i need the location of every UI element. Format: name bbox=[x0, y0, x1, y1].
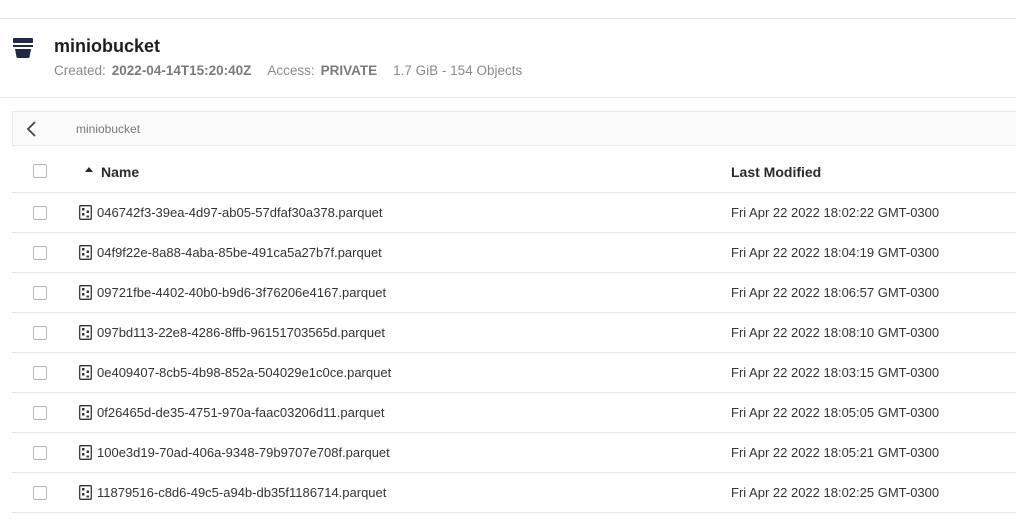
table-row[interactable]: 100e3d19-70ad-406a-9348-79b9707e708f.par… bbox=[12, 433, 1016, 473]
bucket-header: miniobucket Created: 2022-04-14T15:20:40Z… bbox=[0, 19, 1016, 98]
object-name[interactable]: 09721fbe-4402-40b0-b9d6-3f76206e4167.par… bbox=[97, 285, 386, 300]
chevron-left-icon[interactable] bbox=[21, 118, 43, 140]
created-value: 2022-04-14T15:20:40Z bbox=[111, 63, 252, 78]
bucket-name: miniobucket bbox=[54, 36, 161, 56]
file-icon bbox=[79, 445, 92, 460]
table-row[interactable]: 0e409407-8cb5-4b98-852a-504029e1c0ce.par… bbox=[12, 353, 1016, 393]
table-row[interactable]: 046742f3-39ea-4d97-ab05-57dfaf30a378.par… bbox=[12, 193, 1016, 233]
object-name[interactable]: 0e409407-8cb5-4b98-852a-504029e1c0ce.par… bbox=[97, 365, 391, 380]
object-last-modified: Fri Apr 22 2022 18:04:19 GMT-0300 bbox=[731, 245, 940, 260]
object-name[interactable]: 097bd113-22e8-4286-8ffb-96151703565d.par… bbox=[97, 325, 385, 340]
object-name[interactable]: 11879516-c8d6-49c5-a94b-db35f1186714.par… bbox=[97, 485, 386, 500]
object-last-modified: Fri Apr 22 2022 18:06:57 GMT-0300 bbox=[731, 285, 940, 300]
access-label: Access: bbox=[267, 63, 315, 78]
sort-ascending-icon[interactable] bbox=[84, 165, 94, 175]
row-checkbox[interactable] bbox=[33, 486, 47, 500]
row-checkbox[interactable] bbox=[33, 446, 47, 460]
breadcrumb[interactable]: miniobucket bbox=[76, 122, 140, 136]
top-divider bbox=[0, 0, 1016, 19]
row-checkbox[interactable] bbox=[33, 326, 47, 340]
object-name[interactable]: 100e3d19-70ad-406a-9348-79b9707e708f.par… bbox=[97, 445, 390, 460]
column-header-name[interactable]: Name bbox=[101, 164, 139, 180]
select-all-checkbox[interactable] bbox=[33, 164, 47, 178]
objects-table: Name Last Modified 046742f3-39ea-4d97-ab… bbox=[12, 148, 1016, 513]
file-icon bbox=[79, 205, 92, 220]
bucket-icon bbox=[13, 38, 33, 58]
column-header-last-modified[interactable]: Last Modified bbox=[731, 164, 821, 180]
object-last-modified: Fri Apr 22 2022 18:05:21 GMT-0300 bbox=[731, 445, 940, 460]
object-name[interactable]: 046742f3-39ea-4d97-ab05-57dfaf30a378.par… bbox=[97, 205, 383, 220]
object-last-modified: Fri Apr 22 2022 18:02:22 GMT-0300 bbox=[731, 205, 940, 220]
file-icon bbox=[79, 405, 92, 420]
row-checkbox[interactable] bbox=[33, 366, 47, 380]
breadcrumb-bar: miniobucket bbox=[12, 111, 1016, 146]
row-checkbox[interactable] bbox=[33, 286, 47, 300]
bucket-size-summary: 1.7 GiB - 154 Objects bbox=[393, 63, 523, 78]
row-checkbox[interactable] bbox=[33, 206, 47, 220]
object-last-modified: Fri Apr 22 2022 18:03:15 GMT-0300 bbox=[731, 365, 940, 380]
object-last-modified: Fri Apr 22 2022 18:02:25 GMT-0300 bbox=[731, 485, 940, 500]
access-value: PRIVATE bbox=[320, 63, 378, 78]
table-row[interactable]: 0f26465d-de35-4751-970a-faac03206d11.par… bbox=[12, 393, 1016, 433]
created-label: Created: bbox=[54, 63, 106, 78]
row-checkbox[interactable] bbox=[33, 246, 47, 260]
table-row[interactable]: 09721fbe-4402-40b0-b9d6-3f76206e4167.par… bbox=[12, 273, 1016, 313]
file-icon bbox=[79, 485, 92, 500]
row-checkbox[interactable] bbox=[33, 406, 47, 420]
object-last-modified: Fri Apr 22 2022 18:05:05 GMT-0300 bbox=[731, 405, 940, 420]
file-icon bbox=[79, 325, 92, 340]
table-header: Name Last Modified bbox=[12, 148, 1016, 193]
bucket-meta: Created: 2022-04-14T15:20:40Z Access: PRIVA… bbox=[54, 63, 522, 78]
file-icon bbox=[79, 365, 92, 380]
table-row[interactable]: 04f9f22e-8a88-4aba-85be-491ca5a27b7f.par… bbox=[12, 233, 1016, 273]
table-row[interactable]: 11879516-c8d6-49c5-a94b-db35f1186714.par… bbox=[12, 473, 1016, 513]
object-name[interactable]: 04f9f22e-8a88-4aba-85be-491ca5a27b7f.par… bbox=[97, 245, 382, 260]
object-name[interactable]: 0f26465d-de35-4751-970a-faac03206d11.par… bbox=[97, 405, 384, 420]
table-row[interactable]: 097bd113-22e8-4286-8ffb-96151703565d.par… bbox=[12, 313, 1016, 353]
file-icon bbox=[79, 285, 92, 300]
object-last-modified: Fri Apr 22 2022 18:08:10 GMT-0300 bbox=[731, 325, 940, 340]
file-icon bbox=[79, 245, 92, 260]
